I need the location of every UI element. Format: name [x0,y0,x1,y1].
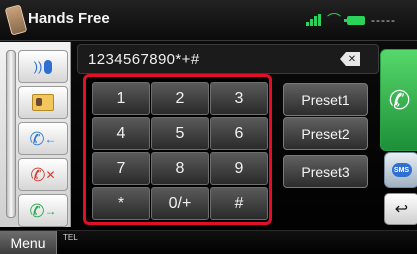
menu-button[interactable]: Menu [0,231,57,254]
back-button[interactable]: ↩ [384,193,417,225]
battery-icon [344,15,365,25]
key-1[interactable]: 1 [92,82,150,115]
key-3[interactable]: 3 [210,82,268,115]
phonebook-button[interactable] [18,86,68,119]
outgoing-call-icon: ✆ [29,200,45,221]
hands-free-screen: Hands Free ⌒ ----- )) ✆ ← ✆ ✕ ✆ → 123456… [0,0,417,254]
preset1-button[interactable]: Preset1 [283,83,368,116]
left-function-panel: )) ✆ ← ✆ ✕ ✆ → [0,42,71,227]
key-zero-plus[interactable]: 0/+ [151,187,209,220]
tel-source-label: TEL [63,233,78,242]
missed-call-icon: ✆ [30,164,46,185]
phone-number-value: 1234567890*+# [88,51,200,68]
sms-button[interactable]: SMS [384,152,417,188]
missed-calls-button[interactable]: ✆ ✕ [18,158,68,191]
preset2-button[interactable]: Preset2 [283,117,368,150]
sms-icon: SMS [391,163,412,177]
incoming-arrow-icon: ← [44,131,57,146]
bottom-bar: Menu TEL [0,230,417,254]
scroll-bar[interactable] [6,50,16,218]
key-9[interactable]: 9 [210,152,268,185]
incoming-call-icon: ✆ [29,128,45,149]
phonebook-card-icon [32,94,54,111]
incoming-calls-button[interactable]: ✆ ← [18,122,68,155]
key-6[interactable]: 6 [210,117,268,150]
outgoing-arrow-icon: → [44,203,57,218]
key-star[interactable]: * [92,187,150,220]
back-arrow-icon: ↩ [394,201,409,218]
missed-x-icon: ✕ [45,167,56,182]
bluetooth-link-icon: ⌒ [327,12,341,28]
header-bar: Hands Free ⌒ ----- [0,0,417,41]
status-text: ----- [371,13,396,27]
key-5[interactable]: 5 [151,117,209,150]
phone-number-field[interactable]: 1234567890*+# ✕ [77,44,379,74]
voice-dial-button[interactable]: )) [18,50,68,83]
dial-keypad: 1 2 3 4 5 6 7 8 9 * 0/+ # [83,74,272,225]
key-4[interactable]: 4 [92,117,150,150]
key-8[interactable]: 8 [151,152,209,185]
status-area: ⌒ ----- [306,10,396,30]
outgoing-calls-button[interactable]: ✆ → [18,194,68,227]
key-7[interactable]: 7 [92,152,150,185]
signal-strength-icon [306,14,321,26]
voice-waves-icon: )) [33,59,43,74]
backspace-icon[interactable]: ✕ [340,52,360,66]
microphone-icon [44,59,53,74]
call-button[interactable]: ✆ [380,49,417,151]
phone-app-icon [4,4,28,36]
preset3-button[interactable]: Preset3 [283,155,368,188]
key-2[interactable]: 2 [151,82,209,115]
call-handset-icon: ✆ [388,84,411,115]
page-title: Hands Free [28,10,110,27]
key-hash[interactable]: # [210,187,268,220]
